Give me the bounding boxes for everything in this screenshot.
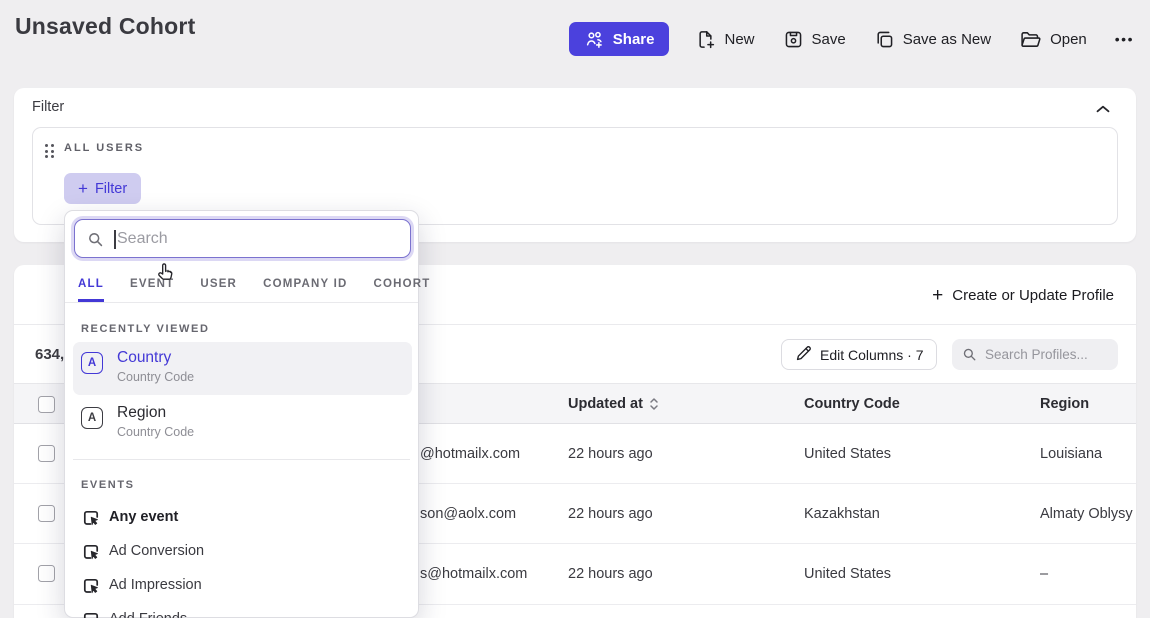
plus-icon: + [932, 286, 943, 305]
save-as-new-button-label: Save as New [903, 31, 991, 48]
toolbar: Share New Save Save as New Open ••• [569, 22, 1136, 56]
plus-icon: + [78, 180, 88, 197]
tab-all[interactable]: ALL [78, 278, 104, 302]
event-label: Any event [109, 509, 178, 525]
pencil-icon [795, 345, 812, 365]
column-header-region[interactable]: Region [1040, 384, 1089, 423]
region-cell: – [1040, 544, 1048, 604]
row-checkbox[interactable] [38, 505, 55, 522]
row-checkbox[interactable] [38, 565, 55, 582]
list-item-ad-conversion[interactable]: Ad Conversion [65, 535, 418, 569]
edit-columns-label: Edit Columns · 7 [820, 347, 923, 363]
app-window: Unsaved Cohort Share New Save Save as Ne… [0, 0, 1150, 618]
region-cell: Louisiana [1040, 424, 1102, 483]
event-label: Add Friends [109, 611, 187, 618]
item-subtitle: Country Code [117, 370, 194, 384]
copy-icon [874, 29, 895, 50]
dropdown-search-input[interactable] [75, 220, 410, 257]
dropdown-search [74, 219, 411, 258]
more-dots-icon: ••• [1115, 31, 1134, 47]
updated-at-cell: 22 hours ago [568, 544, 653, 604]
create-or-update-profile-button[interactable]: + Create or Update Profile [932, 280, 1114, 310]
share-button-label: Share [613, 31, 655, 48]
column-header-country-code[interactable]: Country Code [804, 384, 900, 423]
dropdown-tabs: ALL EVENT USER COMPANY ID COHORT [65, 267, 418, 303]
filter-group-label: ALL USERS [64, 142, 144, 154]
updated-at-cell: 22 hours ago [568, 484, 653, 543]
divider [73, 459, 410, 460]
item-subtitle: Country Code [117, 425, 194, 439]
tab-company-id[interactable]: COMPANY ID [263, 278, 347, 302]
open-button[interactable]: Open [1017, 29, 1089, 50]
events-header: EVENTS [81, 479, 135, 491]
profiles-search [952, 339, 1118, 370]
filter-search-dropdown: ALL EVENT USER COMPANY ID COHORT RECENTL… [64, 210, 419, 618]
save-as-new-button[interactable]: Save as New [872, 29, 993, 50]
country-code-cell: United States [804, 424, 891, 483]
tab-cohort[interactable]: COHORT [374, 278, 431, 302]
email-cell: son@aolx.com [420, 484, 516, 543]
save-button[interactable]: Save [781, 29, 848, 50]
list-item-any-event[interactable]: Any event [65, 501, 418, 535]
drag-handle-icon[interactable] [45, 144, 54, 158]
item-title: Country [117, 349, 171, 367]
list-item-country[interactable]: A Country Country Code [73, 342, 412, 395]
email-cell: @hotmailx.com [420, 424, 520, 483]
letter-a-icon: A [81, 352, 103, 374]
sort-icon[interactable] [649, 397, 659, 411]
save-icon [783, 29, 804, 50]
list-item-region[interactable]: A Region Country Code [73, 397, 412, 449]
folder-open-icon [1019, 29, 1042, 50]
event-label: Ad Impression [109, 577, 202, 593]
collapse-chevron-up-icon[interactable] [1096, 100, 1110, 118]
edit-columns-button[interactable]: Edit Columns · 7 [781, 339, 937, 370]
email-cell: s@hotmailx.com [420, 544, 527, 604]
recently-viewed-header: RECENTLY VIEWED [81, 323, 210, 335]
page-title: Unsaved Cohort [15, 13, 195, 40]
tab-event[interactable]: EVENT [130, 278, 174, 302]
column-header-updated-at[interactable]: Updated at [568, 384, 659, 423]
list-item-ad-impression[interactable]: Ad Impression [65, 569, 418, 603]
open-button-label: Open [1050, 31, 1087, 48]
row-checkbox[interactable] [38, 445, 55, 462]
share-users-icon [584, 29, 605, 50]
item-title: Region [117, 404, 166, 422]
country-code-cell: United States [804, 544, 891, 604]
filter-panel-title: Filter [32, 99, 64, 115]
event-label: Ad Conversion [109, 543, 204, 559]
tab-user[interactable]: USER [200, 278, 237, 302]
share-button[interactable]: Share [569, 22, 670, 56]
add-filter-button-label: Filter [95, 181, 127, 197]
letter-a-icon: A [81, 407, 103, 429]
save-button-label: Save [812, 31, 846, 48]
new-button[interactable]: New [693, 29, 756, 50]
more-menu-button[interactable]: ••• [1113, 31, 1136, 47]
profiles-search-input[interactable] [952, 339, 1118, 370]
region-cell: Almaty Oblysy [1040, 484, 1133, 543]
select-all-checkbox[interactable] [38, 396, 55, 413]
updated-at-cell: 22 hours ago [568, 424, 653, 483]
create-profile-label: Create or Update Profile [952, 287, 1114, 304]
list-item-add-friends[interactable]: Add Friends [65, 603, 418, 618]
new-file-icon [695, 29, 716, 50]
new-button-label: New [724, 31, 754, 48]
add-filter-button[interactable]: + Filter [64, 173, 141, 204]
country-code-cell: Kazakhstan [804, 484, 880, 543]
